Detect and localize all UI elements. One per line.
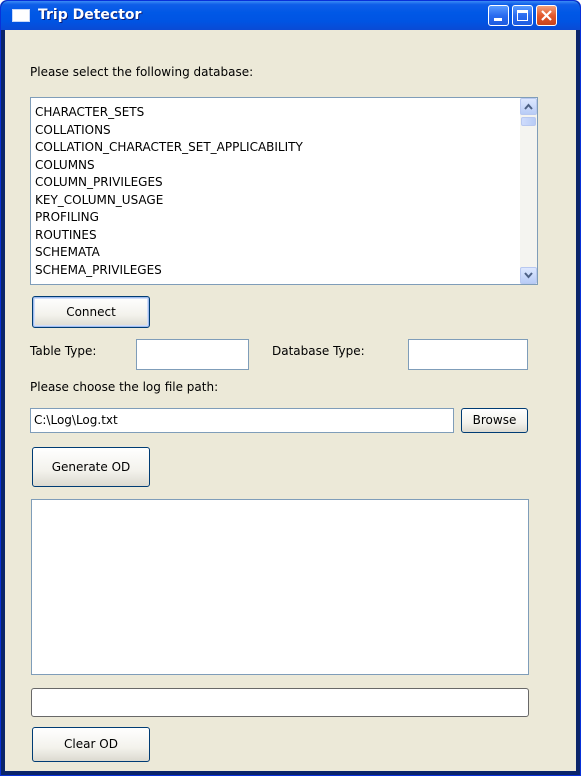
database-list-items: CHARACTER_SETS COLLATIONS COLLATION_CHARAC… bbox=[35, 104, 303, 279]
database-list-item[interactable]: SCHEMA_PRIVILEGES bbox=[35, 262, 303, 280]
table-type-field[interactable] bbox=[136, 339, 249, 370]
database-list-item[interactable]: COLLATION_CHARACTER_SET_APPLICABILITY bbox=[35, 139, 303, 157]
table-type-label: Table Type: bbox=[30, 344, 97, 358]
database-list-item[interactable]: COLUMNS bbox=[35, 157, 303, 175]
close-icon bbox=[541, 10, 552, 21]
log-path-field[interactable]: C:\Log\Log.txt bbox=[30, 408, 454, 433]
output-textarea[interactable] bbox=[31, 499, 529, 675]
database-type-field[interactable] bbox=[408, 339, 528, 370]
scroll-down-button[interactable] bbox=[520, 267, 537, 284]
scroll-up-button[interactable] bbox=[520, 98, 537, 115]
clear-od-button[interactable]: Clear OD bbox=[32, 727, 150, 762]
database-list-item[interactable]: COLLATIONS bbox=[35, 122, 303, 140]
connect-button[interactable]: Connect bbox=[32, 296, 150, 328]
minimize-button[interactable] bbox=[488, 5, 509, 26]
title-bar[interactable]: Trip Detector bbox=[1, 1, 580, 30]
database-listbox[interactable]: CHARACTER_SETS COLLATIONS COLLATION_CHARAC… bbox=[30, 97, 538, 285]
browse-button[interactable]: Browse bbox=[461, 408, 528, 433]
app-window-icon bbox=[12, 9, 30, 22]
database-list-item[interactable]: KEY_COLUMN_USAGE bbox=[35, 192, 303, 210]
close-button[interactable] bbox=[536, 5, 557, 26]
window-client-area: Please select the following database: CH… bbox=[5, 30, 576, 771]
minimize-icon bbox=[494, 18, 502, 21]
log-path-prompt: Please choose the log file path: bbox=[30, 380, 219, 394]
database-list-item[interactable]: ROUTINES bbox=[35, 227, 303, 245]
maximize-icon bbox=[517, 10, 528, 21]
app-window: Trip Detector Please select the followin… bbox=[0, 0, 581, 776]
scroll-up-arrow-icon bbox=[524, 103, 533, 110]
progress-bar bbox=[31, 688, 529, 717]
generate-od-button[interactable]: Generate OD bbox=[32, 447, 150, 487]
database-list-item[interactable]: SCHEMATA bbox=[35, 244, 303, 262]
database-list-item[interactable]: COLUMN_PRIVILEGES bbox=[35, 174, 303, 192]
listbox-scrollbar[interactable] bbox=[520, 98, 537, 284]
scroll-thumb[interactable] bbox=[521, 117, 536, 126]
window-title: Trip Detector bbox=[38, 7, 142, 23]
database-list-item[interactable]: PROFILING bbox=[35, 209, 303, 227]
database-prompt: Please select the following database: bbox=[30, 65, 254, 79]
database-type-label: Database Type: bbox=[272, 344, 365, 358]
maximize-button[interactable] bbox=[512, 5, 533, 26]
database-list-item[interactable]: CHARACTER_SETS bbox=[35, 104, 303, 122]
scroll-down-arrow-icon bbox=[524, 272, 533, 279]
